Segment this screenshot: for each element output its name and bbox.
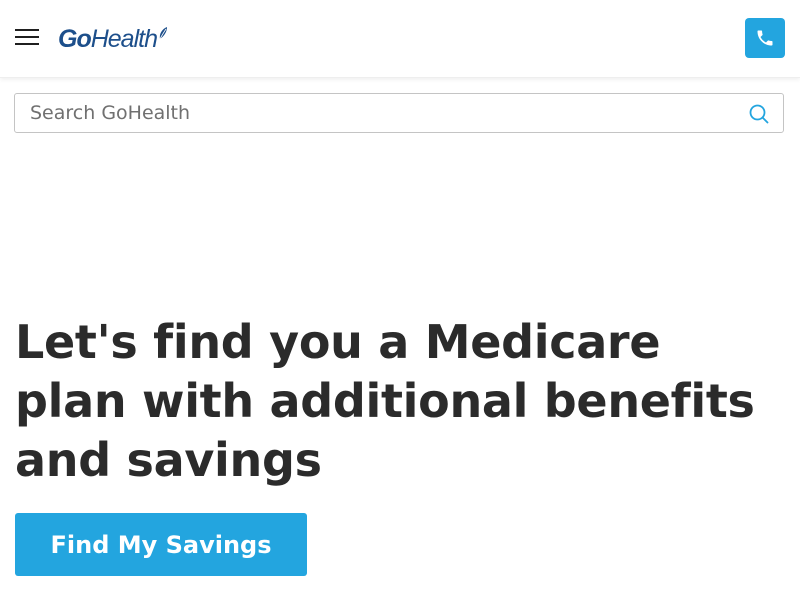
hamburger-line (15, 36, 39, 38)
phone-icon (757, 30, 773, 46)
leaf-icon (159, 27, 167, 40)
logo-text-go: Go (58, 25, 92, 53)
call-button[interactable] (745, 18, 785, 58)
gohealth-logo[interactable]: Go Health (58, 24, 168, 54)
find-my-savings-button[interactable]: Find My Savings (15, 513, 307, 576)
hamburger-line (15, 43, 39, 45)
site-header: Go Health (0, 0, 800, 78)
hero-headline: Let's find you a Medicare plan with addi… (15, 315, 755, 487)
search-bar (14, 93, 784, 133)
search-input[interactable] (15, 94, 735, 132)
hamburger-menu-icon[interactable] (15, 29, 39, 47)
logo-text-health: Health (90, 25, 158, 53)
hamburger-line (15, 29, 39, 31)
search-icon[interactable] (749, 104, 769, 124)
